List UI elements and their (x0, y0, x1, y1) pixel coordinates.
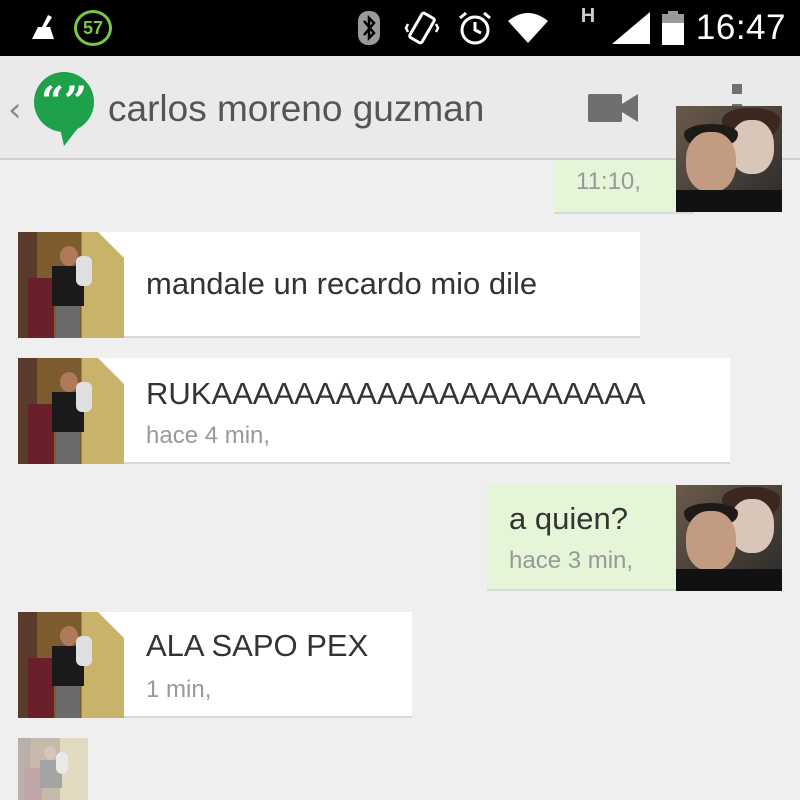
bubble-tail (98, 358, 126, 386)
status-time: 16:47 (695, 8, 786, 47)
video-call-icon[interactable] (588, 92, 640, 124)
message-incoming[interactable]: ALA SAPO PEX 1 min, (0, 612, 800, 720)
message-time: hace 3 min, (509, 547, 634, 574)
network-type-label: H (580, 4, 596, 27)
message-bubble: mandale un recardo mio dile (124, 232, 640, 336)
hangouts-quote-glyph: “” (40, 78, 87, 125)
hangouts-logo-icon[interactable]: “” (34, 72, 94, 146)
status-bar: 57 H 16:47 (0, 0, 800, 56)
message-outgoing[interactable]: 11:10, (0, 106, 800, 214)
cleaner-icon (26, 10, 60, 46)
message-incoming[interactable]: RUKAAAAAAAAAAAAAAAAAAAAA hace 4 min, (0, 358, 800, 466)
wifi-icon (506, 10, 550, 46)
message-incoming[interactable]: mandale un recardo mio dile (0, 232, 800, 340)
message-text: ALA SAPO PEX (146, 628, 369, 663)
signal-icon (610, 10, 652, 46)
message-bubble: a quien? hace 3 min, (487, 485, 694, 589)
message-bubble: RUKAAAAAAAAAAAAAAAAAAAAA hace 4 min, (124, 358, 730, 462)
message-bubble: ALA SAPO PEX 1 min, (124, 612, 412, 716)
bluetooth-icon (356, 10, 382, 46)
message-time: 1 min, (146, 676, 212, 703)
overflow-dot (732, 84, 742, 94)
message-outgoing[interactable]: a quien? hace 3 min, (0, 485, 800, 593)
battery-icon (660, 10, 686, 46)
message-bubble: 11:10, (554, 160, 694, 212)
message-text: RUKAAAAAAAAAAAAAAAAAAAAA (146, 376, 646, 411)
avatar-self[interactable] (676, 106, 782, 212)
message-text: mandale un recardo mio dile (146, 266, 538, 301)
battery-saver-icon: 57 (74, 10, 112, 46)
battery-saver-value: 57 (82, 17, 104, 38)
message-time: 11:10, (576, 168, 641, 195)
contact-name[interactable]: carlos moreno guzman (108, 88, 484, 130)
vibrate-icon (404, 10, 440, 46)
avatar-self[interactable] (676, 485, 782, 591)
alarm-icon (456, 10, 494, 46)
back-chevron-icon[interactable]: ‹ (8, 90, 22, 130)
message-text: a quien? (509, 501, 628, 536)
message-time: hace 4 min, (146, 422, 271, 449)
avatar-contact-typing (18, 738, 88, 800)
bubble-tail (98, 232, 126, 260)
bubble-tail (98, 612, 126, 640)
